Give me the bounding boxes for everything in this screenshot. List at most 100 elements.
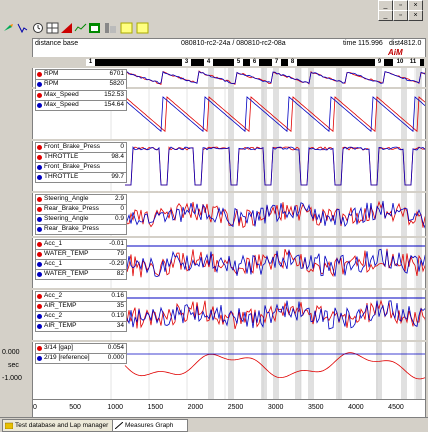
channel-value: 0.000 bbox=[107, 354, 124, 361]
channel-legend: Front_Brake_Press 0 THROTTLE 98.4 Front_Brak… bbox=[33, 141, 127, 183]
channel-name: THROTTLE bbox=[44, 173, 79, 180]
lap-shade bbox=[273, 68, 279, 87]
channel-color-dot-icon bbox=[37, 294, 42, 299]
channel-value: 34 bbox=[116, 322, 124, 329]
clock-icon[interactable] bbox=[32, 22, 45, 34]
x-axis-tick-label: 3000 bbox=[267, 404, 284, 411]
lap-marker[interactable]: 4 bbox=[204, 59, 213, 66]
channel-color-dot-icon bbox=[37, 155, 42, 160]
channel-name: THROTTLE bbox=[44, 153, 79, 160]
mode-label: distance base bbox=[35, 40, 79, 47]
x-axis-tick-label: 0 bbox=[33, 404, 37, 411]
lap-marker[interactable]: 9 bbox=[375, 59, 384, 66]
channel-value: 0 bbox=[120, 143, 124, 150]
lap-marker[interactable]: 1 bbox=[86, 59, 95, 66]
legend-row[interactable]: 2/19 [reference] 0.000 bbox=[35, 353, 127, 364]
legend-row[interactable]: THROTTLE 99.7 bbox=[35, 172, 127, 183]
channel-panel[interactable]: RPM 6701 RPM 5820 bbox=[32, 68, 426, 90]
channel-value: 5820 bbox=[109, 80, 124, 87]
channel-name: Acc_1 bbox=[44, 260, 63, 267]
lap-marker[interactable]: 7 bbox=[272, 59, 281, 66]
dist-value: 4812.0 bbox=[400, 40, 422, 47]
tab-measures-graph[interactable]: Measures Graph bbox=[112, 419, 188, 432]
channel-value: 0.16 bbox=[111, 292, 124, 299]
session-names: 080810-rc2-24a / 080810-rc2-08a bbox=[181, 40, 286, 47]
channel-legend: Steering_Angle 2.9 Rear_Brake_Press 0 Steeri… bbox=[33, 193, 127, 235]
legend-row[interactable]: Max_Speed 154.64 bbox=[35, 100, 127, 111]
lap-marker[interactable]: 8 bbox=[288, 59, 297, 66]
channel-color-dot-icon bbox=[37, 227, 42, 232]
highlight-1-icon[interactable] bbox=[120, 22, 133, 34]
lap-marker[interactable]: 5 bbox=[234, 59, 243, 66]
channel-legend: 3/14 [gap] 0.054 2/19 [reference] 0.000 bbox=[33, 342, 127, 364]
x-axis-tick-label: 2500 bbox=[227, 404, 244, 411]
channel-legend: Acc_1 -0.01 WATER_TEMP 79 Acc_1 -0.29 WATER_TE… bbox=[33, 238, 127, 280]
tab-bar: Test database and Lap manager Measures G… bbox=[0, 417, 428, 432]
channel-panel[interactable]: Acc_2 0.16 AIR_TEMP 35 Acc_2 0.19 AIR_TEMP 34 bbox=[32, 290, 426, 340]
channel-value: 79 bbox=[116, 250, 124, 257]
lap-shade bbox=[401, 342, 407, 399]
channel-color-dot-icon bbox=[37, 72, 42, 77]
channel-name: AIR_TEMP bbox=[44, 322, 77, 329]
channel-value: 0.19 bbox=[111, 312, 124, 319]
channel-value: -0.29 bbox=[109, 260, 124, 267]
channel-panel[interactable]: Max_Speed 152.53 Max_Speed 154.64 bbox=[32, 89, 426, 139]
settings-icon[interactable] bbox=[104, 22, 117, 34]
legend-row[interactable]: Rear_Brake_Press bbox=[35, 224, 127, 235]
channel-name: 3/14 [gap] bbox=[44, 344, 73, 351]
time-label: time bbox=[343, 40, 357, 47]
channel-color-dot-icon bbox=[37, 314, 42, 319]
lap-shade bbox=[261, 89, 267, 139]
x-axis-tick-label: 1000 bbox=[107, 404, 123, 411]
lap-marker[interactable]: 6 bbox=[250, 59, 259, 66]
channel-color-dot-icon bbox=[37, 262, 42, 267]
lap-shade bbox=[273, 89, 279, 139]
trend-icon[interactable] bbox=[74, 22, 87, 34]
channel-name: Steering_Angle bbox=[44, 215, 89, 222]
lap-marker[interactable]: 11 bbox=[406, 59, 420, 66]
x-axis-tick-label: 1500 bbox=[147, 404, 164, 411]
toolbar bbox=[0, 20, 428, 36]
channel-name: Acc_2 bbox=[44, 312, 63, 319]
channel-color-dot-icon bbox=[37, 207, 42, 212]
channel-value: 0.9 bbox=[114, 215, 124, 222]
lap-shade bbox=[295, 89, 301, 139]
channel-name: Acc_2 bbox=[44, 292, 63, 299]
highlight-2-icon[interactable] bbox=[136, 22, 149, 34]
tab-database-lap-manager[interactable]: Test database and Lap manager bbox=[2, 419, 128, 432]
channel-value: 82 bbox=[116, 270, 124, 277]
channel-value: 2.9 bbox=[114, 195, 124, 202]
channel-panel[interactable]: Steering_Angle 2.9 Rear_Brake_Press 0 Steeri… bbox=[32, 193, 426, 236]
channel-value: 0 bbox=[120, 205, 124, 212]
channel-color-dot-icon bbox=[37, 324, 42, 329]
time-value: 115.996 bbox=[358, 40, 383, 47]
lap-marker[interactable]: 10 bbox=[393, 59, 407, 66]
x-axis: 0 500 1000 1500 2000 2500 3000 3500 4000 4500 bbox=[32, 399, 426, 419]
channel-panel[interactable]: Acc_1 -0.01 WATER_TEMP 79 Acc_1 -0.29 WATER_TE… bbox=[32, 238, 426, 288]
x-axis-tick-label: 4500 bbox=[388, 404, 404, 411]
channel-panel[interactable]: Front_Brake_Press 0 THROTTLE 98.4 Front_Brak… bbox=[32, 141, 426, 191]
lap-shade bbox=[401, 89, 407, 139]
cursor-tool-icon[interactable] bbox=[2, 22, 15, 34]
channel-name: Steering_Angle bbox=[44, 195, 89, 202]
lap-shade bbox=[228, 342, 234, 399]
zoom-tool-icon[interactable] bbox=[16, 22, 29, 34]
y-axis-top-label: 0.000 bbox=[2, 349, 20, 356]
grid-icon[interactable] bbox=[46, 22, 59, 34]
lap-shade bbox=[228, 68, 234, 87]
channel-legend: Acc_2 0.16 AIR_TEMP 35 Acc_2 0.19 AIR_TEMP 34 bbox=[33, 290, 127, 332]
lap-marker[interactable]: 3 bbox=[182, 59, 191, 66]
channel-color-icon[interactable] bbox=[60, 22, 73, 34]
channel-color-dot-icon bbox=[37, 252, 42, 257]
channel-color-dot-icon bbox=[37, 82, 42, 87]
tab-label: Test database and Lap manager bbox=[15, 422, 109, 429]
legend-row[interactable]: WATER_TEMP 82 bbox=[35, 269, 127, 280]
channel-value: 152.53 bbox=[104, 91, 124, 98]
histogram-icon[interactable] bbox=[88, 22, 101, 34]
channel-color-dot-icon bbox=[37, 93, 42, 98]
channel-color-dot-icon bbox=[37, 103, 42, 108]
legend-row[interactable]: AIR_TEMP 34 bbox=[35, 321, 127, 332]
channel-value: 98.4 bbox=[111, 153, 124, 160]
channel-panel[interactable]: 3/14 [gap] 0.054 2/19 [reference] 0.000 bbox=[32, 342, 426, 399]
channel-legend: RPM 6701 RPM 5820 bbox=[33, 68, 127, 90]
